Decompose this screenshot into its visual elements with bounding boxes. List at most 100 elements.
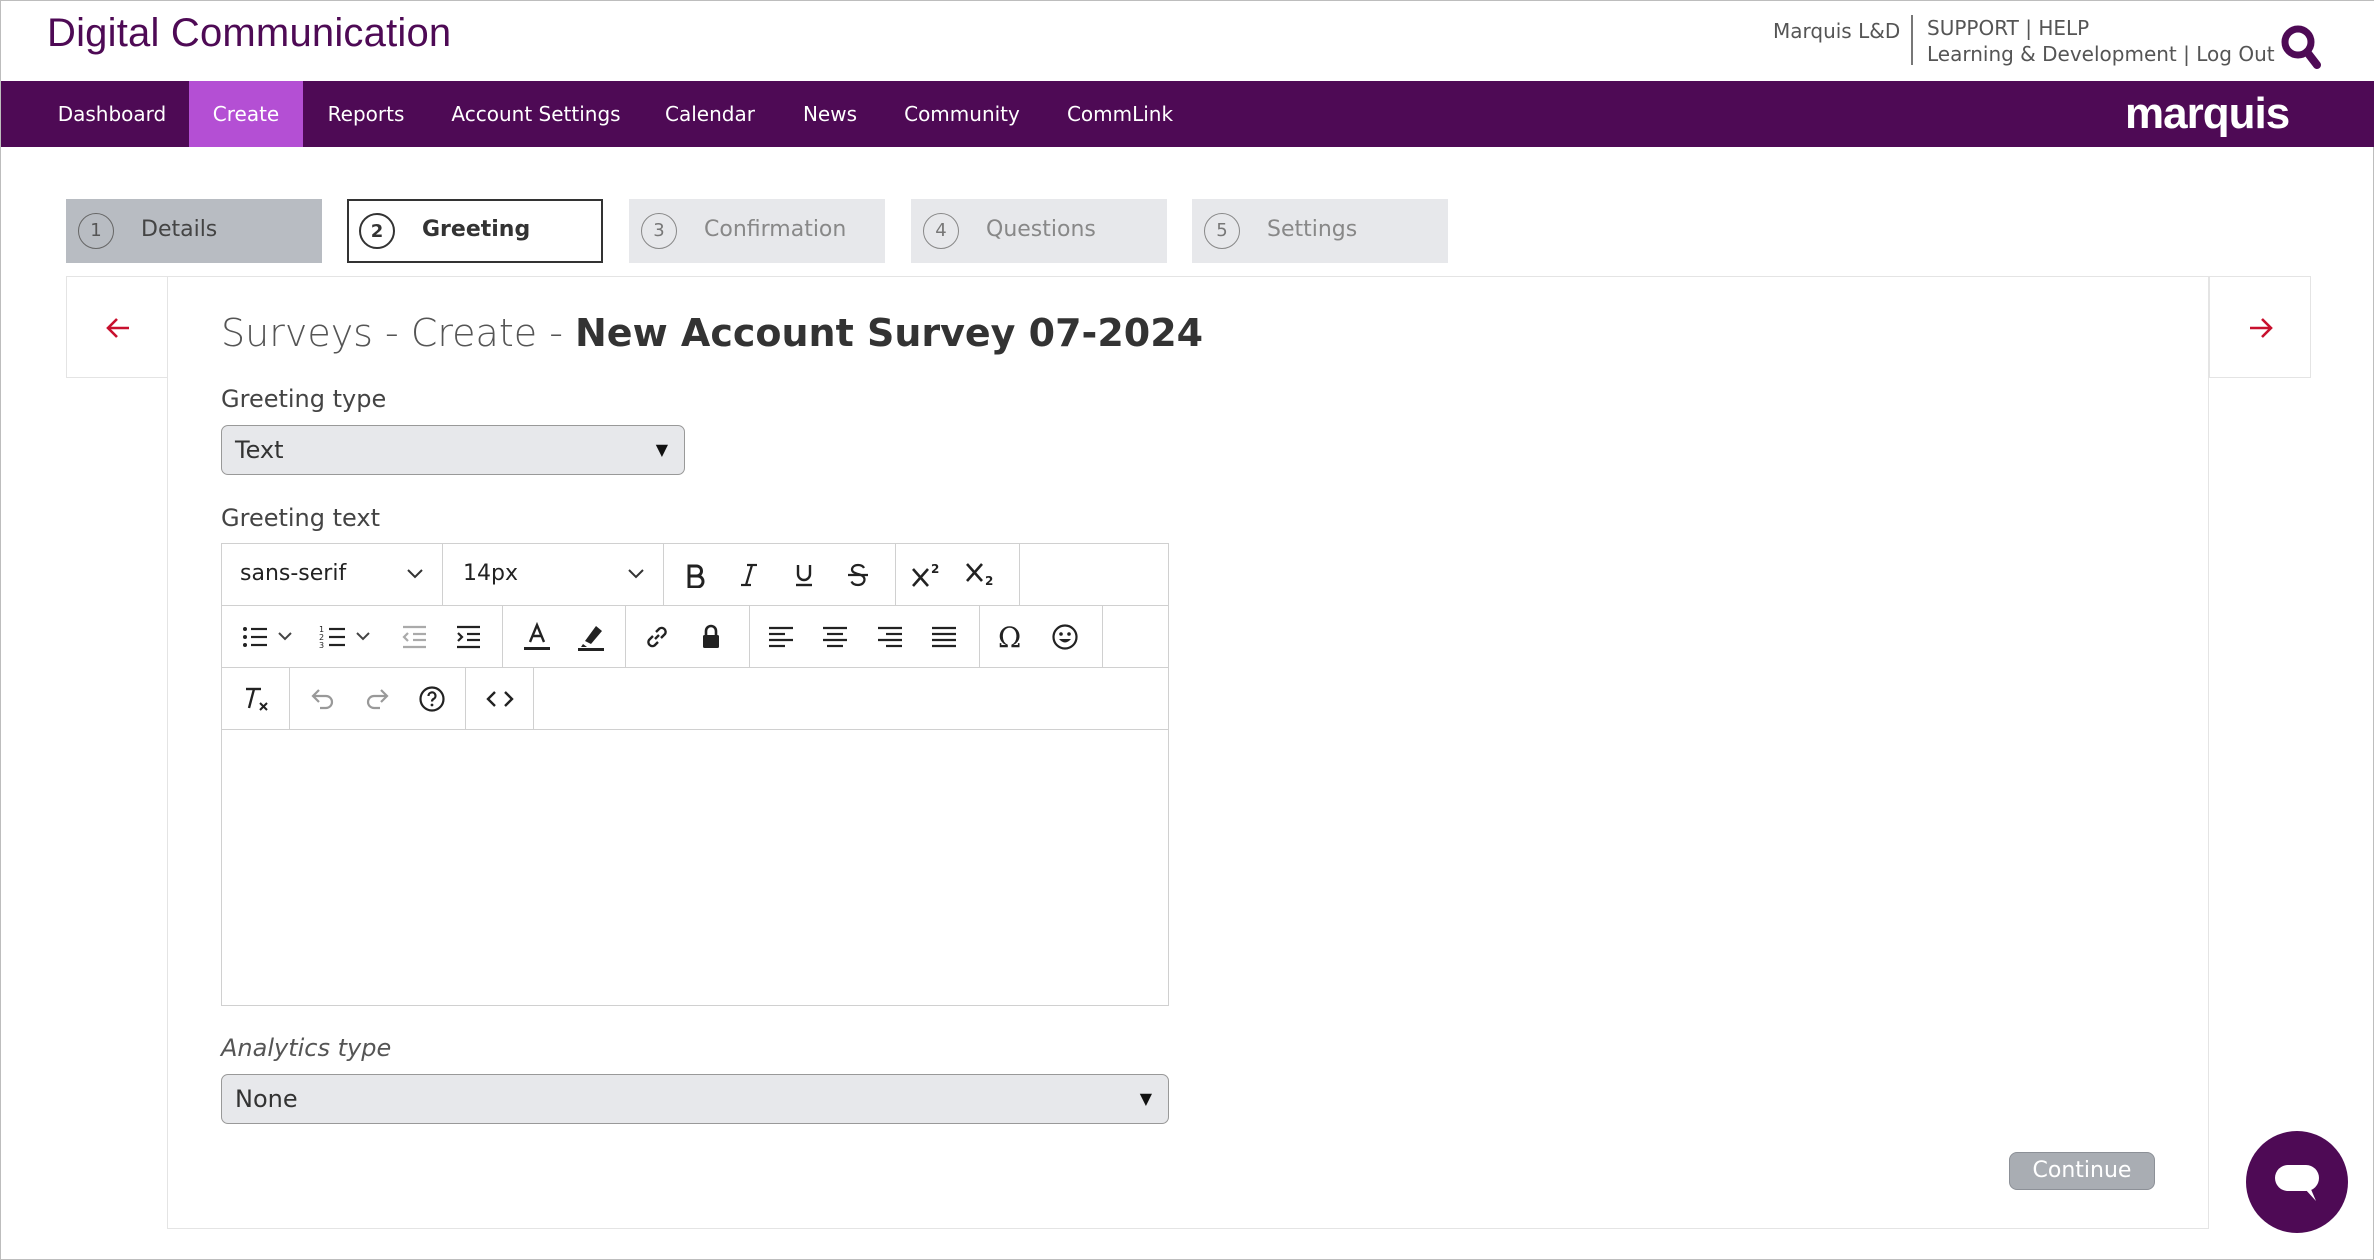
step-confirmation[interactable]: 3 Confirmation [629,199,885,263]
greeting-text-label: Greeting text [221,504,380,532]
clear-formatting-icon [246,687,268,711]
chevron-down-icon [407,569,423,579]
highlight-color-button[interactable] [573,619,609,655]
code-group [466,668,534,729]
nav-reports[interactable]: Reports [311,81,421,147]
nav-account-settings[interactable]: Account Settings [437,81,635,147]
nav-dashboard[interactable]: Dashboard [38,81,186,147]
bullet-list-options[interactable] [274,619,296,655]
greeting-text-editor: sans-serif 14px 2 2 1 2 3 Ω [221,543,1169,1006]
caret-down-icon: ▼ [655,440,668,459]
bold-button[interactable] [677,557,713,593]
align-justify-icon [932,626,956,648]
link-group [626,606,750,667]
script-group: 2 2 [896,544,1020,605]
step-number: 3 [641,213,677,249]
chat-launcher-button[interactable] [2246,1131,2348,1233]
step-label: Details [141,217,218,242]
editor-toolbar-row-1: sans-serif 14px 2 2 [222,544,1168,606]
bullet-list-icon [243,627,267,647]
special-character-button[interactable]: Ω [993,619,1029,655]
step-settings[interactable]: 5 Settings [1192,199,1448,263]
color-group [503,606,626,667]
align-right-button[interactable] [872,619,908,655]
nav-commlink[interactable]: CommLink [1057,81,1183,147]
app-brand-title[interactable]: Digital Communication [47,11,451,56]
help-button[interactable] [414,681,450,717]
superscript-button[interactable]: 2 [908,557,944,593]
align-left-button[interactable] [763,619,799,655]
undo-button[interactable] [304,681,340,717]
bullet-list-button[interactable] [237,619,273,655]
bold-icon [687,564,705,588]
continue-button[interactable]: Continue [2009,1152,2155,1190]
search-icon[interactable] [2279,23,2323,71]
title-prefix: Surveys - Create - [221,311,575,355]
editor-content-area[interactable] [222,730,1168,1005]
learning-development-link[interactable]: Learning & Development [1927,42,2177,66]
marquis-logo: marquis [2125,89,2290,138]
page-title: Surveys - Create - New Account Survey 07… [221,311,1203,355]
step-details[interactable]: 1 Details [66,199,322,263]
previous-button[interactable] [66,276,168,378]
italic-button[interactable] [731,557,767,593]
source-code-button[interactable] [482,681,518,717]
outdent-button[interactable] [396,619,432,655]
emoji-button[interactable] [1047,619,1083,655]
strikethrough-button[interactable] [840,557,876,593]
font-family-value: sans-serif [240,561,347,586]
survey-name: New Account Survey 07-2024 [575,311,1204,355]
chevron-down-icon [278,632,292,641]
superscript-icon: 2 [912,562,939,587]
header-links: SUPPORT | HELP Learning & Development | … [1927,15,2275,67]
insert-link-button[interactable] [639,619,675,655]
analytics-type-select[interactable]: None ▼ [221,1074,1169,1124]
next-button[interactable] [2209,276,2311,378]
account-name: Marquis L&D [1773,19,1901,43]
header-divider [1911,15,1913,65]
indent-button[interactable] [450,619,486,655]
svg-text:2: 2 [931,562,939,576]
align-justify-button[interactable] [926,619,962,655]
link-separator: | [2025,16,2032,40]
logout-link[interactable]: Log Out [2196,42,2274,66]
nav-news[interactable]: News [789,81,871,147]
align-group [750,606,980,667]
highlighter-icon [578,626,604,651]
svg-text:2: 2 [985,574,993,588]
top-header: Digital Communication Marquis L&D SUPPOR… [1,1,2374,81]
editor-toolbar-row-3 [222,668,1168,730]
subscript-button[interactable]: 2 [962,557,998,593]
analytics-type-label: Analytics type [221,1034,392,1062]
greeting-type-select[interactable]: Text ▼ [221,425,685,475]
step-label: Questions [986,217,1096,242]
help-circle-icon [419,686,445,712]
redo-button[interactable] [360,681,396,717]
font-size-value: 14px [463,561,518,586]
step-number: 5 [1204,213,1240,249]
underline-button[interactable] [786,557,822,593]
chevron-down-icon [628,569,644,579]
step-greeting[interactable]: 2 Greeting [347,199,603,263]
analytics-type-value: None [235,1085,298,1113]
numbered-list-options[interactable] [352,619,374,655]
help-link[interactable]: HELP [2038,16,2089,40]
step-number: 2 [359,213,395,249]
numbered-list-button[interactable]: 123 [315,619,351,655]
svg-text:Ω: Ω [998,623,1021,651]
nav-calendar[interactable]: Calendar [653,81,767,147]
font-size-dropdown[interactable]: 14px [443,544,664,605]
font-family-dropdown[interactable]: sans-serif [222,544,443,605]
text-color-button[interactable] [519,619,555,655]
nav-create[interactable]: Create [189,81,303,147]
greeting-type-label: Greeting type [221,385,387,413]
support-link[interactable]: SUPPORT [1927,16,2019,40]
step-questions[interactable]: 4 Questions [911,199,1167,263]
smiley-icon [1052,624,1078,650]
clear-formatting-button[interactable] [238,681,274,717]
nav-community[interactable]: Community [893,81,1031,147]
align-center-icon [823,626,847,648]
step-number: 4 [923,213,959,249]
align-center-button[interactable] [817,619,853,655]
protect-button[interactable] [693,619,729,655]
